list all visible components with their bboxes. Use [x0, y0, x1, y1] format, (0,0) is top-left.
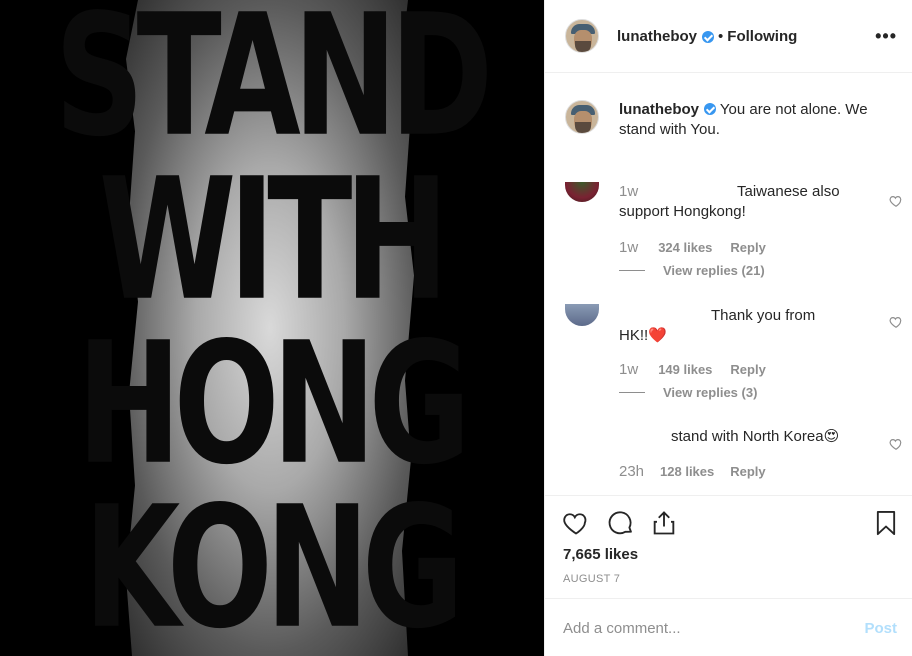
post-date[interactable]: AUGUST 7: [563, 573, 620, 585]
more-options-icon[interactable]: •••: [875, 26, 897, 47]
verified-badge-icon: [704, 103, 717, 115]
comment-text-line: stand with North Korea😍: [671, 428, 840, 445]
avatar[interactable]: [565, 304, 599, 326]
poster-line: HONG: [76, 305, 471, 502]
post-image[interactable]: STAND WITH HONG KONG: [0, 0, 544, 656]
poster-line: KONG: [83, 469, 465, 656]
comment-text: Taiwanese also support Hongkong!: [619, 182, 879, 222]
caption-text: lunatheboy You are not alone. We stand w…: [619, 100, 899, 140]
comment-icon[interactable]: [607, 509, 635, 537]
comment-time[interactable]: 1w: [619, 361, 638, 378]
heart-icon[interactable]: [562, 509, 590, 537]
bookmark-icon[interactable]: [872, 509, 900, 537]
comment-text: Thank you from HK!!❤️: [619, 306, 879, 346]
comment-text-line: Thank you from: [711, 307, 816, 324]
comment-meta: 1w 149 likes Reply: [619, 361, 766, 378]
heart-icon[interactable]: [889, 315, 903, 329]
post-header: lunatheboy • Following •••: [545, 0, 912, 73]
username-link[interactable]: lunatheboy: [617, 28, 697, 45]
comment-likes[interactable]: 128 likes: [660, 464, 714, 479]
heart-icon[interactable]: [889, 437, 903, 451]
likes-count[interactable]: 7,665 likes: [563, 546, 638, 563]
comment-text-line: support Hongkong!: [619, 203, 746, 220]
following-button[interactable]: Following: [727, 28, 797, 45]
comment-meta: 23h 128 likes Reply: [619, 463, 766, 480]
poster-line: STAND: [54, 0, 494, 174]
poster-text: STAND WITH HONG KONG: [55, 0, 494, 654]
comment-text-line: Taiwanese also: [737, 183, 840, 200]
view-replies-label: View replies (21): [663, 263, 765, 278]
caption-username[interactable]: lunatheboy: [619, 101, 699, 118]
comment-likes[interactable]: 324 likes: [658, 240, 712, 255]
verified-badge-icon: [702, 31, 715, 43]
reply-button[interactable]: Reply: [730, 464, 765, 479]
avatar[interactable]: [565, 19, 599, 53]
action-bar: 7,665 likes AUGUST 7: [545, 495, 912, 598]
comment-input[interactable]: Add a comment...: [563, 620, 681, 637]
avatar[interactable]: [565, 182, 599, 202]
heart-icon[interactable]: [889, 194, 903, 208]
post-panel: lunatheboy • Following ••• lunatheboy Yo…: [544, 0, 912, 656]
reply-button[interactable]: Reply: [730, 362, 765, 377]
comment-text: stand with North Korea😍: [619, 427, 879, 447]
view-replies-label: View replies (3): [663, 385, 758, 400]
comments-list[interactable]: lunatheboy You are not alone. We stand w…: [545, 74, 912, 495]
replies-line: [619, 270, 645, 271]
share-icon[interactable]: [650, 509, 678, 537]
comment-meta: 1w 324 likes Reply: [619, 239, 766, 256]
view-replies-button[interactable]: View replies (21): [619, 263, 765, 278]
replies-line: [619, 392, 645, 393]
reply-button[interactable]: Reply: [730, 240, 765, 255]
avatar[interactable]: [565, 100, 599, 134]
comment-likes[interactable]: 149 likes: [658, 362, 712, 377]
comment-time[interactable]: 23h: [619, 463, 644, 480]
comment-composer: Add a comment... Post: [545, 598, 912, 656]
comment-time[interactable]: 1w: [619, 239, 638, 256]
post-comment-button[interactable]: Post: [864, 620, 897, 637]
poster-line: WITH: [98, 141, 449, 338]
view-replies-button[interactable]: View replies (3): [619, 385, 757, 400]
separator-dot: •: [718, 27, 724, 45]
comment-text-line: HK!!❤️: [619, 327, 667, 344]
